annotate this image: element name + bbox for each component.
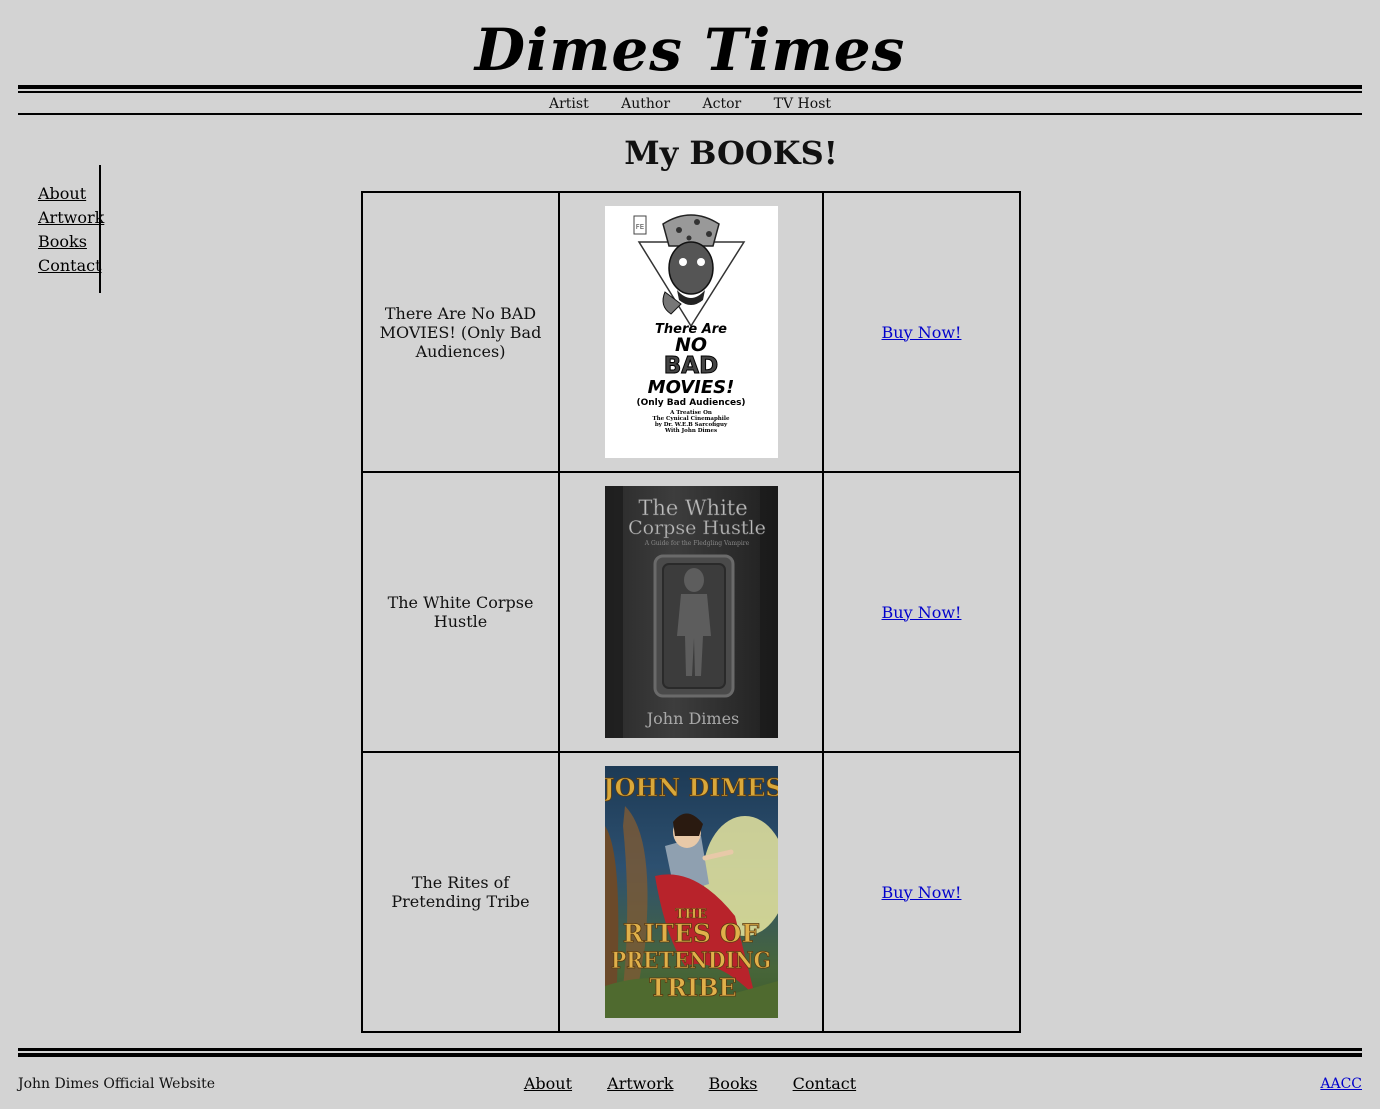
header-rule-thick [18, 85, 1362, 89]
buy-now-link[interactable]: Buy Now! [882, 323, 962, 342]
book-title: There Are No BAD MOVIES! (Only Bad Audie… [361, 191, 560, 473]
footer-link-aacc[interactable]: AACC [1320, 1076, 1362, 1092]
sidebar-link-about[interactable]: About [38, 182, 99, 206]
cover2-author: John Dimes [644, 709, 739, 728]
cover2-line2: Corpse Hustle [628, 517, 766, 539]
topnav-item-artist[interactable]: Artist [549, 95, 589, 113]
book-cover-image[interactable]: JOHN DIMES THE RITES OF PRETENDING TRIBE [604, 766, 778, 1018]
cover2-line3: A Guide for the Fledgling Vampire [643, 540, 749, 547]
books-table: There Are No BAD MOVIES! (Only Bad Audie… [361, 191, 1021, 1033]
topnav-item-author[interactable]: Author [621, 95, 670, 113]
book-cover-cell: The White Corpse Hustle A Guide for the … [558, 471, 824, 753]
buy-cell: Buy Now! [822, 471, 1021, 753]
footer-link-contact[interactable]: Contact [793, 1074, 857, 1093]
table-row: There Are No BAD MOVIES! (Only Bad Audie… [361, 191, 1021, 473]
footer-rule-thick [18, 1053, 1362, 1057]
cover3-line4: TRIBE [649, 973, 737, 1002]
cover1-line4: MOVIES! [647, 377, 734, 398]
topnav-bottom-rule [18, 113, 1362, 115]
top-nav: Artist Author Actor TV Host [0, 95, 1380, 113]
topnav-item-actor[interactable]: Actor [703, 95, 742, 113]
buy-now-link[interactable]: Buy Now! [882, 883, 962, 902]
footer-link-artwork[interactable]: Artwork [607, 1074, 673, 1093]
book-cover-image[interactable]: FE There Are NO BAD MOVIES! (Only Bad Au… [604, 206, 778, 458]
cover3-author: JOHN DIMES [605, 773, 778, 802]
footer-link-books[interactable]: Books [709, 1074, 758, 1093]
book-cover-cell: FE There Are NO BAD MOVIES! (Only Bad Au… [558, 191, 824, 473]
table-row: The Rites of Pretending Tribe JOHN DIMES… [361, 751, 1021, 1033]
book-cover-cell: JOHN DIMES THE RITES OF PRETENDING TRIBE [558, 751, 824, 1033]
sidebar: About Artwork Books Contact [38, 165, 104, 293]
book-title: The Rites of Pretending Tribe [361, 751, 560, 1033]
topnav-item-tv-host[interactable]: TV Host [774, 95, 831, 113]
book-cover-image[interactable]: The White Corpse Hustle A Guide for the … [604, 486, 778, 738]
cover1-line9: With John Dimes [663, 428, 716, 434]
cover3-line3: PRETENDING [611, 948, 771, 974]
buy-cell: Buy Now! [822, 751, 1021, 1033]
sidebar-link-artwork[interactable]: Artwork [38, 206, 104, 230]
site-masthead: Dimes Times [474, 16, 906, 84]
footer-link-about[interactable]: About [524, 1074, 572, 1093]
buy-now-link[interactable]: Buy Now! [882, 603, 962, 622]
sidebar-link-books[interactable]: Books [38, 230, 99, 254]
footer-rule-thin [18, 1048, 1362, 1051]
table-row: The White Corpse Hustle The White Corpse… [361, 471, 1021, 753]
header-rule-thin [18, 91, 1362, 93]
buy-cell: Buy Now! [822, 191, 1021, 473]
sidebar-link-contact[interactable]: Contact [38, 254, 102, 278]
page-title: My BOOKS! [624, 134, 838, 172]
footer-right: AACC [1320, 1075, 1362, 1093]
book-title: The White Corpse Hustle [361, 471, 560, 753]
footer-nav: About Artwork Books Contact [0, 1074, 1380, 1093]
cover3-line2: RITES OF [622, 919, 759, 948]
cover1-line5: (Only Bad Audiences) [636, 398, 745, 408]
cover1-line3: BAD [663, 353, 717, 379]
svg-text:FE: FE [635, 223, 643, 231]
